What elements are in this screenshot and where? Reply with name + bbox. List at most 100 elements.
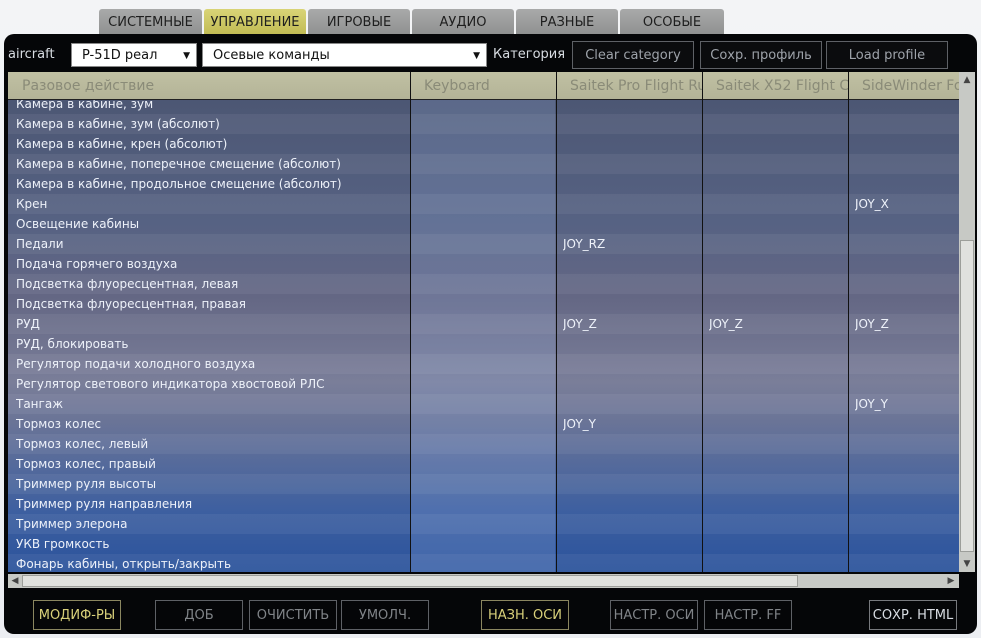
table-row[interactable]: РУД, блокировать [8, 334, 959, 354]
table-row[interactable]: Тормоз колес, левый [8, 434, 959, 454]
cell-action: Тормоз колес, правый [16, 457, 156, 471]
cell-rudder: JOY_Y [563, 417, 596, 431]
table-row[interactable]: Регулятор светового индикатора хвостовой… [8, 374, 959, 394]
column-header-keyboard[interactable]: Keyboard [410, 72, 556, 100]
cell-x52 [709, 174, 844, 194]
save-html-button[interactable]: СОХР. HTML [869, 600, 957, 630]
cell-rudder: JOY_RZ [563, 237, 606, 251]
table-row[interactable]: Освещение кабины [8, 214, 959, 234]
table-row[interactable]: Подсветка флуоресцентная, правая [8, 294, 959, 314]
tab-controls[interactable]: УПРАВЛЕНИЕ [204, 9, 306, 35]
cell-keyboard [421, 494, 551, 514]
cell-x52 [709, 234, 844, 254]
cell-action: Освещение кабины [16, 217, 140, 231]
column-header-action[interactable]: Разовое действие [8, 72, 410, 100]
chevron-down-icon: ▼ [183, 51, 190, 61]
tab-audio[interactable]: АУДИО [412, 9, 514, 35]
ff-tune-button[interactable]: НАСТР. FF [704, 600, 792, 630]
cell-action: Камера в кабине, крен (абсолют) [16, 137, 228, 151]
table-row[interactable]: Крен JOY_X [8, 194, 959, 214]
table-row[interactable]: Педали JOY_RZ [8, 234, 959, 254]
cell-x52 [709, 454, 844, 474]
cell-x52 [709, 154, 844, 174]
cell-rudder [563, 134, 698, 154]
cell-action: Подсветка флуоресцентная, правая [16, 297, 246, 311]
scroll-right-icon[interactable]: ▶ [944, 574, 958, 588]
table-row[interactable]: Фонарь кабины, открыть/закрыть [8, 554, 959, 572]
column-header-rudder[interactable]: Saitek Pro Flight Rudder [556, 72, 702, 100]
table-row[interactable]: Тангаж JOY_Y [8, 394, 959, 414]
cell-rudder [563, 534, 698, 554]
cell-sidewinder [855, 494, 955, 514]
tab-system[interactable]: СИСТЕМНЫЕ [99, 9, 202, 35]
top-tab-bar: СИСТЕМНЫЕ УПРАВЛЕНИЕ ИГРОВЫЕ АУДИО РАЗНЫ… [99, 9, 726, 35]
tab-misc[interactable]: РАЗНЫЕ [516, 9, 618, 35]
cell-keyboard [421, 534, 551, 554]
table-row[interactable]: Подача горячего воздуха [8, 254, 959, 274]
cell-x52 [709, 354, 844, 374]
cell-action: Камера в кабине, поперечное смещение (аб… [16, 157, 341, 171]
cell-action: Камера в кабине, зум (абсолют) [16, 117, 220, 131]
cell-x52 [709, 374, 844, 394]
cell-rudder [563, 214, 698, 234]
aircraft-select[interactable]: P-51D реал ▼ [71, 43, 197, 67]
aircraft-label: aircraft [8, 47, 55, 62]
cell-keyboard [421, 294, 551, 314]
table-row[interactable]: Триммер руля высоты [8, 474, 959, 494]
table-row[interactable]: Тормоз колес JOY_Y [8, 414, 959, 434]
cell-sidewinder [855, 554, 955, 572]
table-row[interactable]: Тормоз колес, правый [8, 454, 959, 474]
horizontal-scroll-thumb[interactable] [22, 575, 798, 587]
cell-rudder: JOY_Z [563, 317, 597, 331]
scroll-left-icon[interactable]: ◀ [8, 574, 22, 588]
column-divider [556, 72, 557, 572]
cell-rudder [563, 394, 698, 414]
cell-keyboard [421, 554, 551, 572]
modifiers-button[interactable]: МОДИФ-РЫ [33, 600, 121, 630]
table-row[interactable]: Триммер элерона [8, 514, 959, 534]
command-type-select[interactable]: Осевые команды ▼ [202, 43, 487, 67]
table-row[interactable]: Камера в кабине, продольное смещение (аб… [8, 174, 959, 194]
vertical-scroll-thumb[interactable] [960, 240, 974, 552]
table-row[interactable]: Камера в кабине, крен (абсолют) [8, 134, 959, 154]
aircraft-select-value: P-51D реал [82, 48, 158, 63]
table-row[interactable]: УКВ громкость [8, 534, 959, 554]
cell-keyboard [421, 274, 551, 294]
horizontal-scrollbar[interactable]: ◀ ▶ [8, 574, 959, 588]
scroll-down-icon[interactable]: ▼ [960, 557, 974, 571]
table-row[interactable]: Регулятор подачи холодного воздуха [8, 354, 959, 374]
cell-x52 [709, 274, 844, 294]
cell-rudder [563, 294, 698, 314]
cell-x52 [709, 214, 844, 234]
save-profile-button[interactable]: Сохр. профиль [700, 41, 822, 69]
table-row[interactable]: РУД JOY_Z JOY_Z JOY_Z [8, 314, 959, 334]
cell-keyboard [421, 374, 551, 394]
cell-x52 [709, 334, 844, 354]
cell-action: РУД [16, 317, 40, 331]
cell-keyboard [421, 354, 551, 374]
cell-sidewinder [855, 234, 955, 254]
table-row[interactable]: Камера в кабине, поперечное смещение (аб… [8, 154, 959, 174]
cell-sidewinder [855, 294, 955, 314]
cell-action: Фонарь кабины, открыть/закрыть [16, 557, 232, 571]
tab-special[interactable]: ОСОБЫЕ [620, 9, 724, 35]
cell-keyboard [421, 514, 551, 534]
column-header-x52[interactable]: Saitek X52 Flight Control [702, 72, 848, 100]
table-row[interactable]: Триммер руля направления [8, 494, 959, 514]
cell-action: Триммер руля высоты [16, 477, 157, 491]
cell-action: Триммер руля направления [16, 497, 193, 511]
clear-category-button[interactable]: Clear category [572, 41, 694, 69]
axis-tune-button[interactable]: НАСТР. ОСИ [610, 600, 698, 630]
cell-keyboard [421, 254, 551, 274]
add-button[interactable]: ДОБ [155, 600, 243, 630]
clear-button[interactable]: ОЧИСТИТЬ [249, 600, 337, 630]
load-profile-button[interactable]: Load profile [826, 41, 948, 69]
table-row[interactable]: Подсветка флуоресцентная, левая [8, 274, 959, 294]
column-header-sidewinder[interactable]: SideWinder Force [848, 72, 959, 100]
assign-axis-button[interactable]: НАЗН. ОСИ [481, 600, 569, 630]
scroll-up-icon[interactable]: ▲ [960, 73, 974, 87]
default-button[interactable]: УМОЛЧ. [341, 600, 429, 630]
tab-gameplay[interactable]: ИГРОВЫЕ [308, 9, 410, 35]
table-row[interactable]: Камера в кабине, зум (абсолют) [8, 114, 959, 134]
vertical-scrollbar[interactable]: ▲ ▼ [959, 72, 975, 572]
